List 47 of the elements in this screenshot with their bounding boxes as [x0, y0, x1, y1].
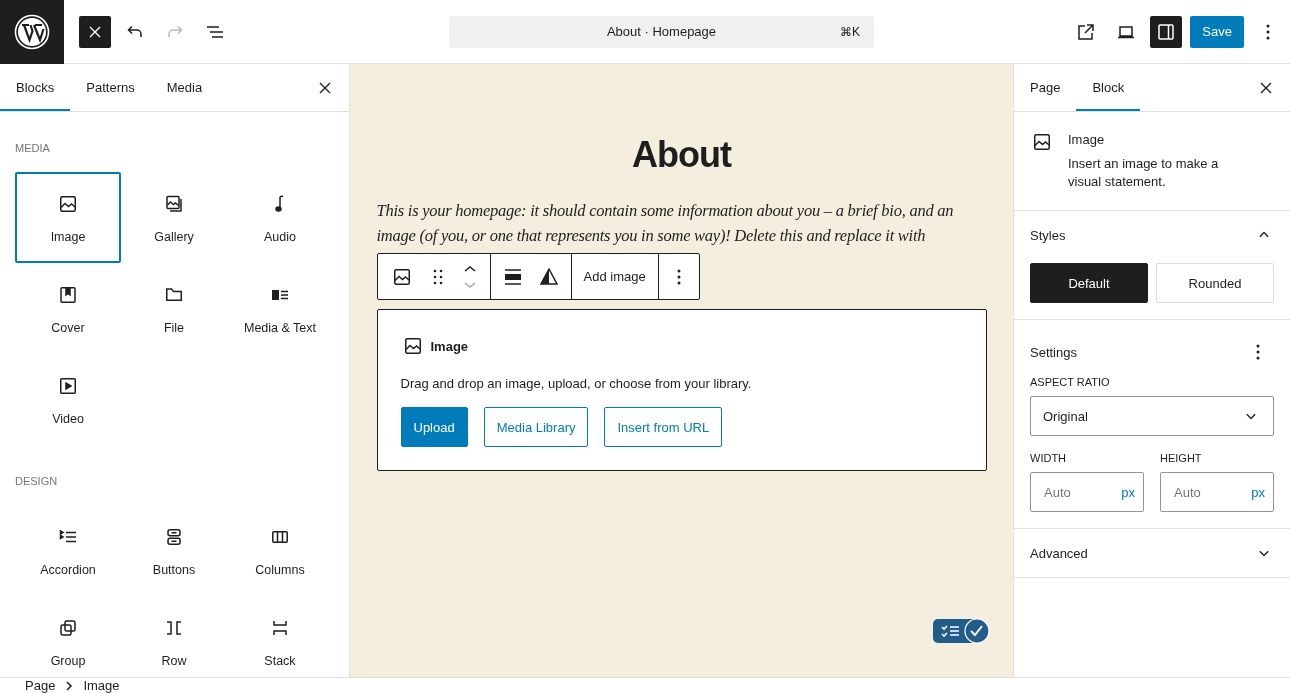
close-inserter-button[interactable] — [79, 15, 111, 48]
settings-heading: Settings — [1030, 344, 1077, 360]
inserter-tab[interactable]: Blocks — [0, 64, 71, 111]
shortcut-hint: ⌘K — [840, 24, 860, 39]
field-label: ASPECT RATIO — [1030, 376, 1111, 388]
placeholder-instructions: Drag and drop an image, upload, or choose from your library. — [400, 376, 753, 391]
field-label: HEIGHT — [1160, 452, 1203, 464]
sidebar-tab[interactable]: Block — [1076, 64, 1141, 111]
wordpress-logo[interactable] — [0, 0, 64, 64]
unit-label[interactable]: px — [1251, 484, 1265, 500]
chevron-right-icon — [65, 680, 74, 691]
secondary-button[interactable]: Media Library — [483, 407, 589, 447]
more-icon — [1256, 343, 1260, 361]
paragraph: This is your homepage: it should contain some information about you – a brief bio, and an image (of you, or one that represents you in some way)! Delete this and replace it with — [376, 200, 955, 247]
unit-label[interactable]: px — [1121, 484, 1135, 500]
drag-icon — [432, 268, 443, 285]
block-item[interactable]: Image — [15, 172, 121, 263]
dimension-field[interactable]: Auto px — [1030, 472, 1144, 512]
more-icon — [676, 267, 681, 286]
aspect-ratio-select[interactable]: Original — [1030, 396, 1274, 436]
secondary-button[interactable]: Insert from URL — [604, 407, 723, 447]
sidebar-tab[interactable]: Page — [1014, 64, 1077, 111]
add-image-button[interactable]: Add image — [577, 258, 652, 295]
align-icon — [502, 266, 523, 287]
breadcrumb-item[interactable]: Image — [83, 678, 120, 693]
checklist-badge-icon[interactable] — [933, 618, 991, 644]
styles-panel-toggle[interactable]: Styles — [1030, 227, 1274, 243]
save-button[interactable]: Save — [1190, 15, 1244, 48]
section-heading: MEDIA — [15, 142, 51, 154]
page-title: About — [631, 134, 733, 176]
upload-button[interactable]: Upload — [400, 407, 468, 447]
inserter-tab[interactable]: Media — [150, 64, 219, 111]
placeholder-title: Image — [430, 338, 469, 354]
block-name: Image — [1068, 132, 1106, 147]
style-option[interactable]: Default — [1030, 263, 1148, 303]
breadcrumb-item[interactable]: Page — [25, 678, 56, 693]
command-palette-button[interactable]: About · Homepage ⌘K — [449, 15, 874, 48]
dimension-field[interactable]: Auto px — [1160, 472, 1274, 512]
field-label: WIDTH — [1030, 452, 1068, 464]
triangle-icon — [538, 266, 559, 287]
inserter-tab[interactable]: Patterns — [70, 64, 151, 111]
style-option[interactable]: Rounded — [1156, 263, 1274, 303]
section-heading: DESIGN — [15, 475, 59, 487]
block-description: Insert an image to make a visual statement. — [1068, 155, 1220, 191]
advanced-panel-toggle[interactable]: Advanced — [1030, 545, 1274, 561]
more-icon — [1266, 22, 1270, 41]
settings-toggle-button[interactable] — [1150, 15, 1183, 48]
